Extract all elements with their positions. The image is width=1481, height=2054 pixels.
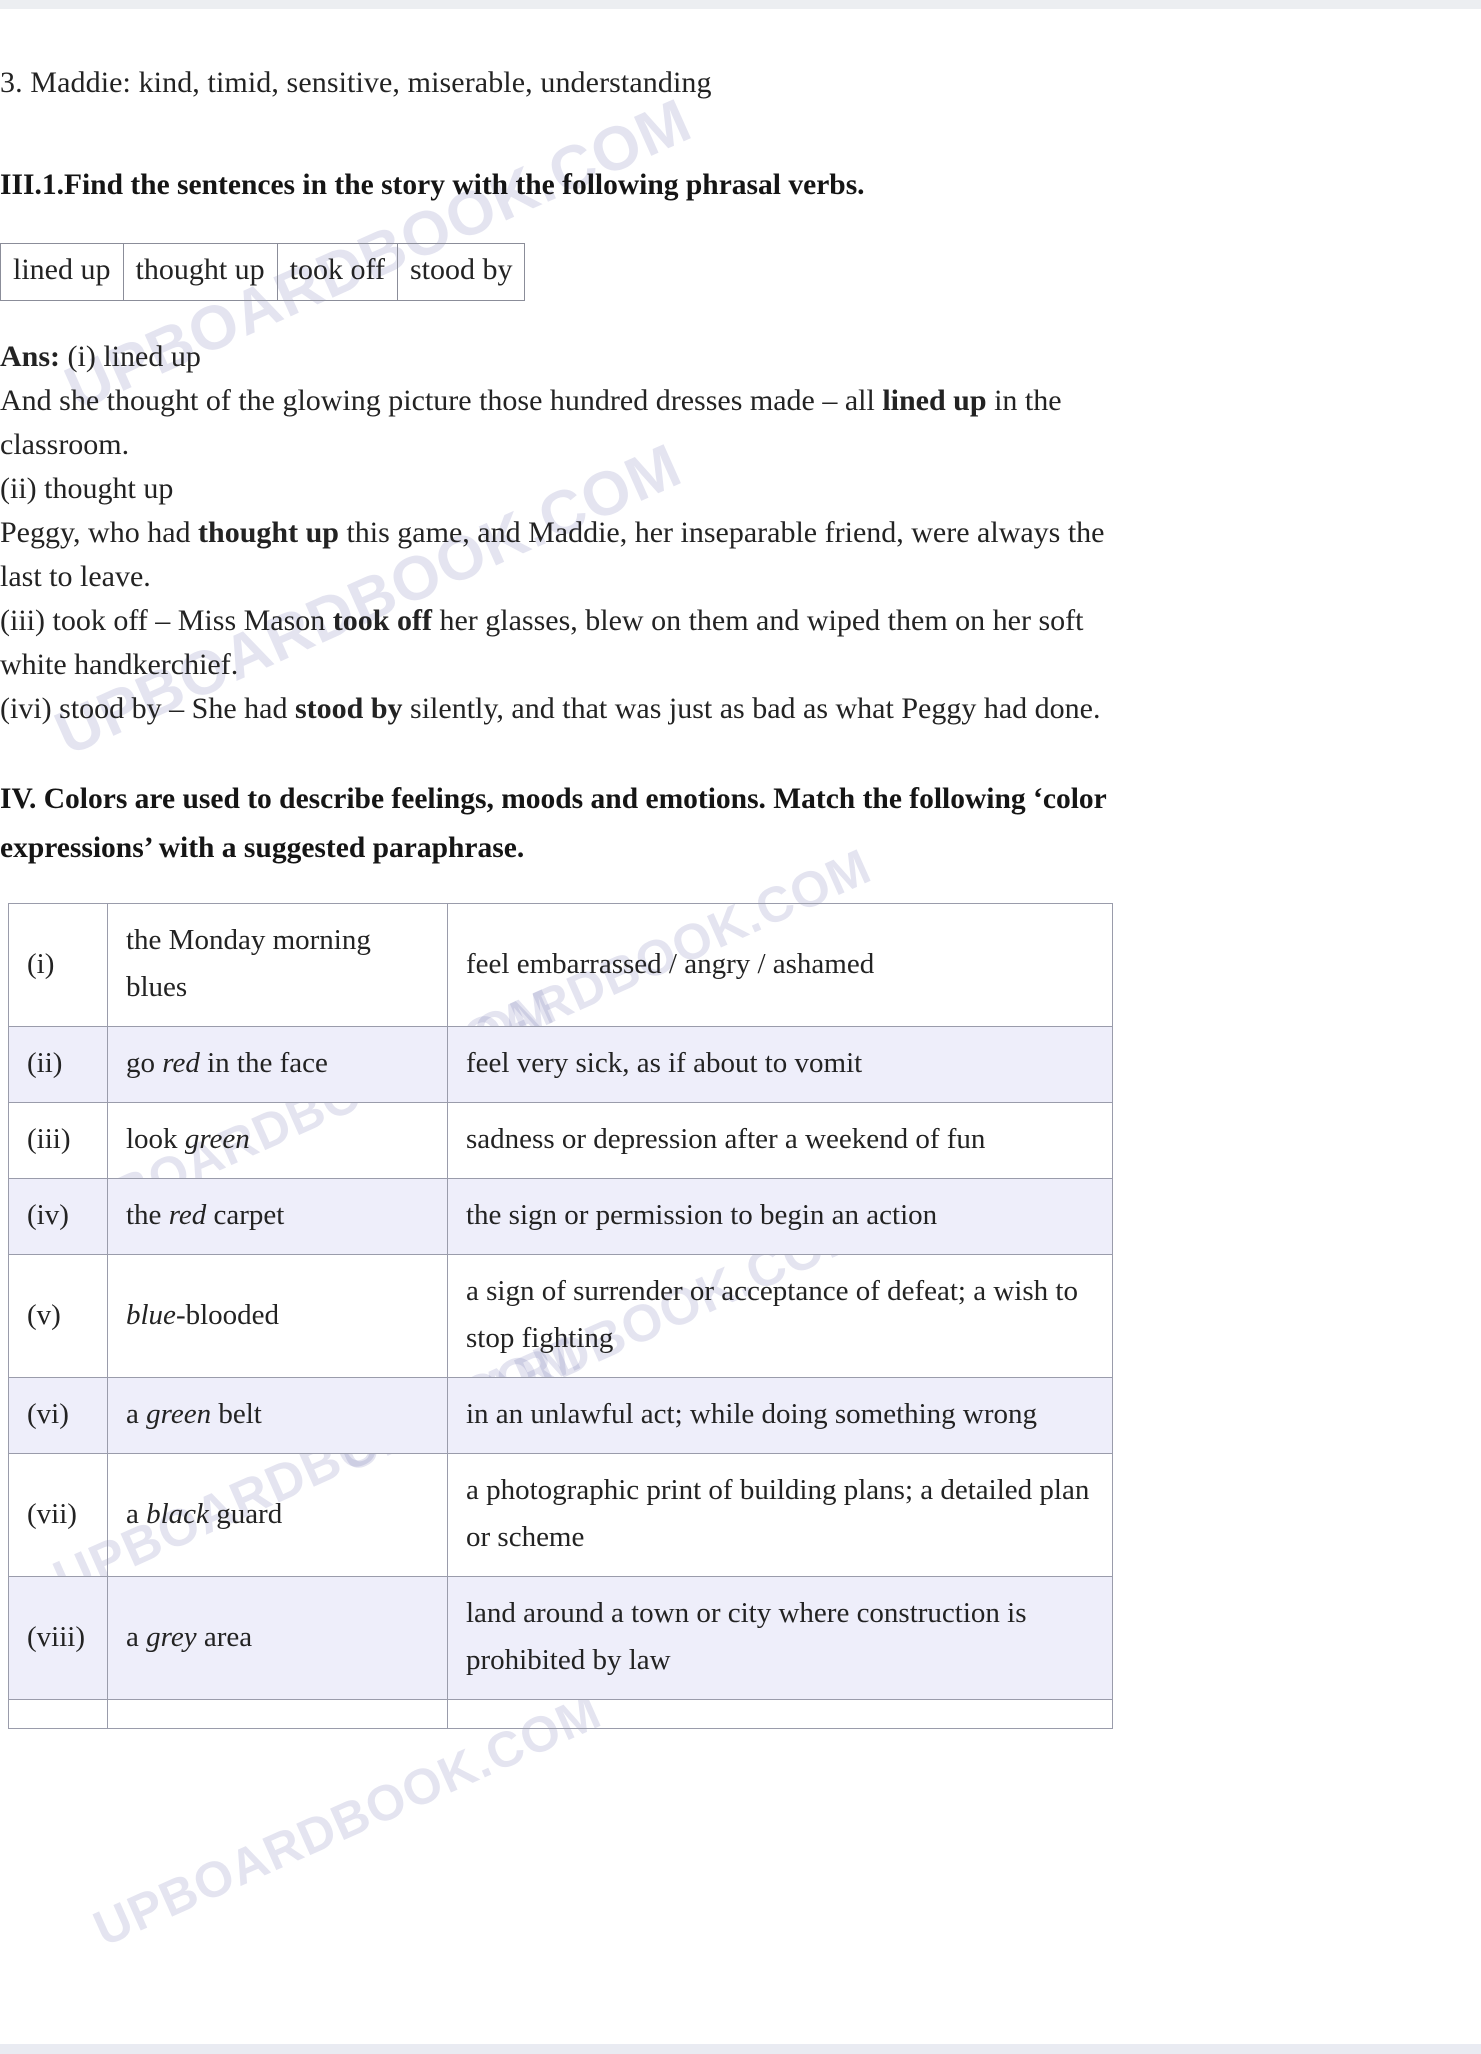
phrasal-verb-cell: took off: [276, 243, 398, 301]
expr-color-word: red: [162, 1047, 200, 1079]
row-number: (vii): [8, 1453, 108, 1577]
answer-text: silently, and that was just as bad as wh…: [402, 692, 1101, 725]
row-number: (vi): [8, 1377, 108, 1454]
color-expression: the Monday morning blues: [107, 903, 448, 1027]
color-expression: blue-blooded: [107, 1254, 448, 1378]
table-row: (v) blue-blooded a sign of surrender or …: [8, 1254, 1113, 1378]
expr-text: look: [126, 1123, 185, 1155]
phrasal-verb-cell: stood by: [396, 243, 526, 301]
row-number: (v): [8, 1254, 108, 1378]
color-expression: look green: [107, 1102, 448, 1179]
expr-text: -blooded: [175, 1298, 280, 1331]
page-top-band: [0, 0, 1481, 9]
row-number: (ii): [8, 1026, 108, 1103]
answer-bold-phrase: took off: [332, 604, 432, 637]
answer-i-marker: (i) lined up: [67, 340, 201, 373]
answer-iii-body: (iii) took off – Miss Mason took off her…: [0, 599, 1120, 687]
paraphrase: land around a town or city where constru…: [447, 1576, 1113, 1700]
row-number: (iii): [8, 1102, 108, 1179]
answer-bold-phrase: lined up: [882, 384, 987, 417]
paraphrase: [447, 1699, 1113, 1729]
paraphrase: feel embarrassed / angry / ashamed: [447, 903, 1113, 1027]
document-page: UPBOARDBOOK.COM UPBOARDBOOK.COM UPBOARDB…: [0, 0, 1481, 2054]
ans-label: Ans:: [0, 340, 61, 373]
expr-color-word: green: [184, 1123, 250, 1155]
expr-color-word: black: [146, 1497, 209, 1530]
answer-text: And she thought of the glowing picture t…: [0, 384, 883, 417]
answer-i-body: And she thought of the glowing picture t…: [0, 379, 1120, 467]
expr-color-word: red: [168, 1199, 207, 1231]
answer-bold-phrase: stood by: [294, 692, 403, 725]
color-expression: [107, 1699, 448, 1729]
table-row: (iii) look green sadness or depression a…: [8, 1102, 1113, 1179]
color-expression: go red in the face: [107, 1026, 448, 1103]
answer-text: (ivi) stood by – She had: [0, 692, 295, 725]
expr-text: the Monday morning blues: [126, 924, 371, 1003]
color-expression: the red carpet: [107, 1178, 448, 1255]
table-row: (vi) a green belt in an unlawful act; wh…: [8, 1377, 1113, 1454]
page-bottom-band: [0, 2044, 1481, 2054]
answer-text: (iii) took off – Miss Mason: [0, 604, 333, 637]
table-row: (i) the Monday morning blues feel embarr…: [8, 903, 1113, 1027]
section-iv-heading-line2: expressions’ with a suggested paraphrase…: [0, 832, 525, 864]
phrasal-verb-cell: lined up: [0, 243, 124, 301]
answer-ii-body: Peggy, who had thought up this game, and…: [0, 511, 1120, 599]
color-expressions-table: (i) the Monday morning blues feel embarr…: [8, 903, 1113, 1729]
color-expression: a grey area: [107, 1576, 448, 1700]
expr-text: carpet: [206, 1199, 285, 1231]
answer-text: Peggy, who had: [0, 516, 199, 549]
answer-i-label: Ans: (i) lined up: [0, 335, 1120, 379]
expr-text: a: [126, 1497, 147, 1530]
expr-color-word: green: [146, 1398, 212, 1430]
section-iv-heading: IV. Colors are used to describe feelings…: [0, 775, 1120, 873]
expr-color-word: grey: [146, 1620, 197, 1653]
expr-text: a: [126, 1620, 147, 1653]
phrasal-verbs-table: lined up thought up took off stood by: [0, 243, 526, 301]
answer-bold-phrase: thought up: [198, 516, 339, 549]
expr-color-word: blue: [126, 1298, 176, 1331]
table-row: (vii) a black guard a photographic print…: [8, 1453, 1113, 1577]
section-iv-heading-line1: IV. Colors are used to describe feelings…: [0, 783, 1107, 815]
table-row: (viii) a grey area land around a town or…: [8, 1576, 1113, 1700]
row-number: (viii): [8, 1576, 108, 1700]
paraphrase: the sign or permission to begin an actio…: [447, 1178, 1113, 1255]
section-iii-heading: III.1.Find the sentences in the story wi…: [0, 169, 865, 201]
table-row: lined up thought up took off stood by: [0, 243, 526, 301]
answer-ii-marker: (ii) thought up: [0, 472, 174, 505]
expr-text: a: [126, 1398, 147, 1430]
expr-text: belt: [211, 1398, 262, 1430]
expr-text: in the face: [199, 1047, 328, 1079]
expr-text: guard: [208, 1497, 283, 1530]
color-expression: a green belt: [107, 1377, 448, 1454]
table-row: (iv) the red carpet the sign or permissi…: [8, 1178, 1113, 1255]
row-number: [8, 1699, 108, 1729]
expr-text: the: [126, 1199, 169, 1231]
page-content: 3. Maddie: kind, timid, sensitive, miser…: [0, 9, 1481, 1729]
expr-text: area: [196, 1620, 253, 1653]
expr-text: go: [126, 1047, 163, 1079]
paraphrase: a sign of surrender or acceptance of def…: [447, 1254, 1113, 1378]
color-expression: a black guard: [107, 1453, 448, 1577]
row-number: (iv): [8, 1178, 108, 1255]
paraphrase: sadness or depression after a weekend of…: [447, 1102, 1113, 1179]
phrasal-verb-cell: thought up: [122, 243, 278, 301]
paraphrase: in an unlawful act; while doing somethin…: [447, 1377, 1113, 1454]
table-row: (ii) go red in the face feel very sick, …: [8, 1026, 1113, 1103]
paraphrase: a photographic print of building plans; …: [447, 1453, 1113, 1577]
character-traits-line: 3. Maddie: kind, timid, sensitive, miser…: [0, 66, 712, 99]
paraphrase: feel very sick, as if about to vomit: [447, 1026, 1113, 1103]
row-number: (i): [8, 903, 108, 1027]
table-row: [8, 1699, 1113, 1729]
answer-ivi-body: (ivi) stood by – She had stood by silent…: [0, 687, 1120, 731]
